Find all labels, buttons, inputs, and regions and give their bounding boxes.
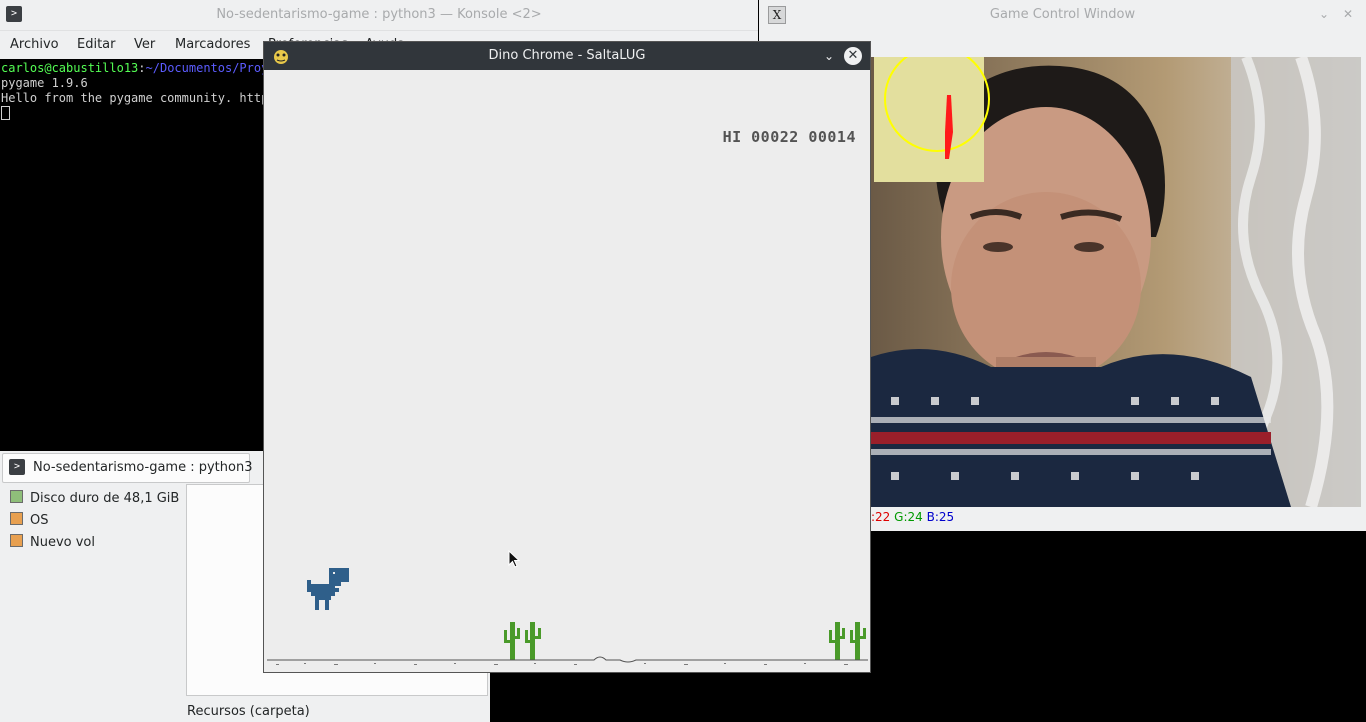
game-canvas[interactable]: HI 00022 00014 xyxy=(264,70,870,672)
webcam-feed xyxy=(871,57,1361,507)
terminal-cursor xyxy=(1,106,10,120)
dino-character xyxy=(307,568,349,610)
konsole-tab[interactable]: > No-sedentarismo-game : python3 xyxy=(2,453,253,483)
menu-archivo[interactable]: Archivo xyxy=(10,37,59,52)
terminal-line: pygame 1.9.6 xyxy=(1,76,88,90)
place-item-os[interactable]: OS xyxy=(10,512,48,528)
konsole-title: No-sedentarismo-game : python3 — Konsole… xyxy=(216,7,542,22)
webcam-image xyxy=(871,57,1361,507)
prompt-separator: : xyxy=(138,61,146,75)
control-title: Game Control Window xyxy=(989,7,1136,22)
menu-marcadores[interactable]: Marcadores xyxy=(175,37,250,52)
rgb-g: G:24 xyxy=(894,510,923,524)
rgb-b: B:25 xyxy=(926,510,955,524)
konsole-titlebar[interactable]: > No-sedentarismo-game : python3 — Konso… xyxy=(0,0,758,31)
drive-icon xyxy=(10,512,23,525)
places-list: Disco duro de 48,1 GiB OS Nuevo vol xyxy=(0,484,186,722)
drive-icon xyxy=(10,534,23,547)
close-button[interactable]: ✕ xyxy=(1339,5,1357,23)
place-item-disk[interactable]: Disco duro de 48,1 GiB xyxy=(10,490,179,506)
place-label: OS xyxy=(30,513,49,528)
drive-icon xyxy=(10,490,23,503)
mouse-pointer-icon xyxy=(508,550,520,568)
dino-titlebar[interactable]: Dino Chrome - SaltaLUG ⌄ ✕ xyxy=(264,42,870,70)
score-display: HI 00022 00014 xyxy=(722,128,856,146)
dino-title: Dino Chrome - SaltaLUG xyxy=(488,48,646,63)
control-titlebar[interactable]: X Game Control Window ⌄ ✕ xyxy=(759,0,1366,30)
minimize-button[interactable]: ⌄ xyxy=(1315,5,1333,23)
place-item-nuevo-vol[interactable]: Nuevo vol xyxy=(10,534,95,550)
dino-game-window: Dino Chrome - SaltaLUG ⌄ ✕ HI 00022 0001… xyxy=(263,41,871,673)
menu-editar[interactable]: Editar xyxy=(77,37,116,52)
ground-line xyxy=(267,656,868,665)
rgb-r: :22 xyxy=(871,510,891,524)
menu-ver[interactable]: Ver xyxy=(134,37,155,52)
place-label: Nuevo vol xyxy=(30,535,95,550)
rgb-readout: :22 G:24 B:25 xyxy=(871,510,954,524)
konsole-tab-label: No-sedentarismo-game : python3 xyxy=(33,460,253,475)
close-button[interactable]: ✕ xyxy=(844,47,862,65)
terminal-icon: > xyxy=(9,459,25,475)
place-label: Disco duro de 48,1 GiB xyxy=(30,491,180,506)
status-text: Recursos (carpeta) xyxy=(187,704,310,719)
minimize-button[interactable]: ⌄ xyxy=(820,47,838,65)
prompt-user: carlos@cabustillo13 xyxy=(1,61,139,75)
